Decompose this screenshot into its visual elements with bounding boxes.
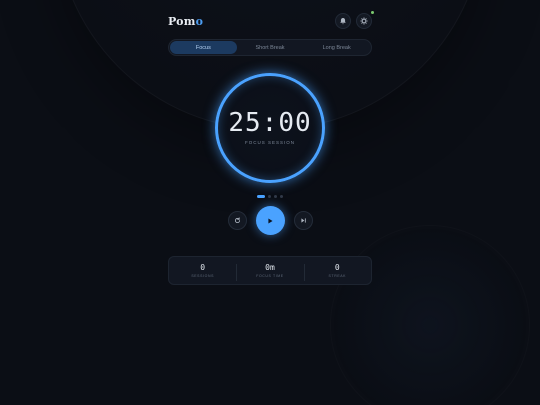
gear-icon [360,17,368,25]
header-actions [335,11,374,29]
stat-value: 0 [200,263,206,272]
pomodoro-app: Pomo Focus Short Break Long Break 25:00 … [168,10,374,285]
bell-icon [340,17,346,25]
notification-dot [371,11,374,14]
session-indicator [168,195,372,198]
logo-text: Pom [168,14,196,28]
skip-button[interactable] [293,211,313,230]
tab-short-break[interactable]: Short Break [237,41,304,54]
stat-value: 0m [265,263,275,272]
session-dot [268,195,271,198]
play-button[interactable] [255,206,285,235]
stat-label: SESSIONS [191,274,215,278]
stat-value: 0 [334,263,340,272]
play-icon [268,217,273,224]
session-dot [280,195,283,198]
timer-display: 25:00 [228,108,312,138]
stat-label: STREAK [328,274,347,278]
settings-button[interactable] [356,11,374,29]
logo-accent-letter: o [195,14,204,28]
stat-streak: 0 STREAK [303,263,371,281]
mode-tabs: Focus Short Break Long Break [168,39,372,56]
session-dot [257,195,265,198]
timer-dial: 25:00 FOCUS SESSION [215,73,325,183]
reset-icon [234,217,240,224]
reset-button[interactable] [227,211,247,230]
stat-sessions: 0 SESSIONS [169,263,236,278]
tab-focus[interactable]: Focus [170,41,237,54]
tab-long-break[interactable]: Long Break [303,41,370,54]
session-dot [274,195,277,198]
app-header: Pomo [168,10,374,32]
stats-panel: 0 SESSIONS 0m FOCUS TIME 0 STREAK [168,256,372,285]
skip-icon [300,218,306,223]
app-logo: Pomo [168,15,203,28]
timer-controls [168,206,372,235]
session-label: FOCUS SESSION [244,140,295,145]
notifications-button[interactable] [335,13,351,29]
stat-label: FOCUS TIME [256,274,284,278]
stat-focus-time: 0m FOCUS TIME [236,263,303,281]
